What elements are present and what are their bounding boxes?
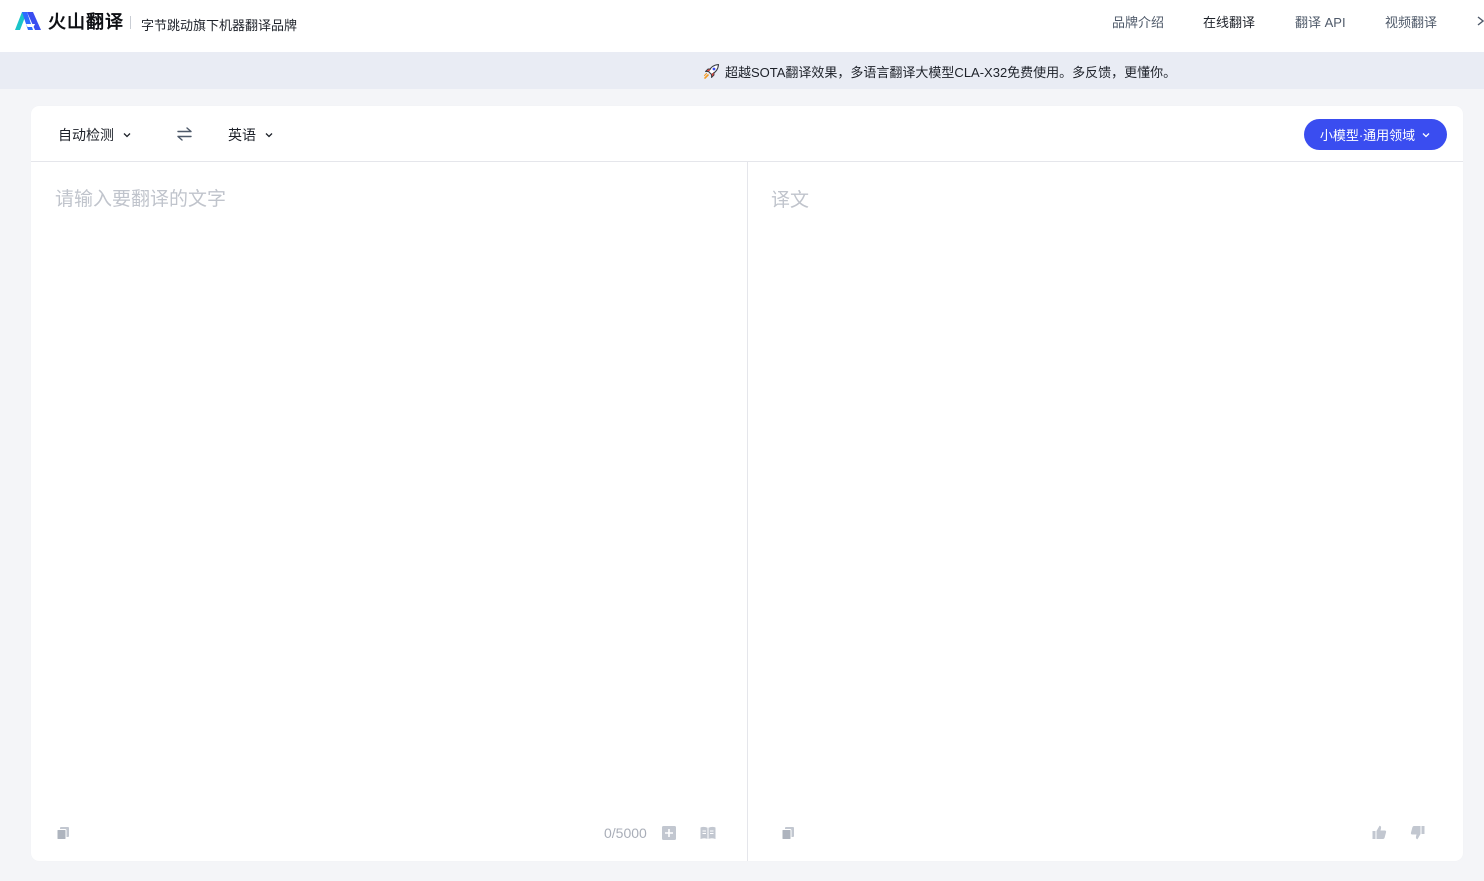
copy-translation-icon[interactable] — [781, 826, 795, 840]
add-term-icon[interactable] — [662, 826, 676, 840]
source-language-label: 自动检测 — [58, 127, 114, 143]
chevron-down-icon — [265, 133, 273, 138]
copy-source-icon[interactable] — [56, 826, 70, 840]
translation-output: 译文 — [771, 190, 810, 211]
nav-item-online-translate[interactable]: 在线翻译 — [1203, 12, 1255, 31]
source-language-select[interactable]: 自动检测 — [58, 125, 132, 145]
model-select-label: 小模型·通用领域 — [1319, 128, 1416, 143]
chevron-down-icon — [1422, 132, 1430, 137]
nav-more-chevron-icon[interactable] — [1474, 13, 1484, 29]
announcement-banner: 超越SOTA翻译效果，多语言翻译大模型CLA-X32免费使用。多反馈，更懂你。 — [0, 52, 1484, 89]
main-nav: 品牌介绍 在线翻译 翻译 API 视频翻译 — [0, 12, 1484, 32]
source-text-input[interactable] — [55, 184, 725, 784]
swap-languages-icon[interactable] — [176, 126, 193, 142]
nav-item-api[interactable]: 翻译 API — [1295, 12, 1346, 31]
model-select-button[interactable]: 小模型·通用领域 — [1304, 119, 1447, 150]
thumbs-up-icon[interactable] — [1372, 825, 1387, 839]
target-language-label: 英语 — [228, 127, 256, 143]
pane-divider — [747, 162, 748, 861]
glossary-book-icon[interactable] — [700, 826, 716, 840]
rocket-icon — [703, 63, 720, 79]
translator-card: 自动检测 英语 小模型·通用领域 0/5 — [31, 106, 1463, 861]
target-language-select[interactable]: 英语 — [228, 125, 274, 145]
thumbs-down-icon[interactable] — [1410, 825, 1425, 840]
nav-item-brand[interactable]: 品牌介绍 — [1112, 12, 1164, 31]
nav-item-video-translate[interactable]: 视频翻译 — [1385, 12, 1437, 31]
language-bar: 自动检测 英语 小模型·通用领域 — [31, 106, 1463, 162]
chevron-down-icon — [123, 133, 131, 138]
banner-text: 超越SOTA翻译效果，多语言翻译大模型CLA-X32免费使用。多反馈，更懂你。 — [725, 64, 1177, 80]
top-header: 火山翻译 字节跳动旗下机器翻译品牌 品牌介绍 在线翻译 翻译 API 视频翻译 — [0, 0, 1484, 52]
character-count: 0/5000 — [604, 825, 647, 841]
